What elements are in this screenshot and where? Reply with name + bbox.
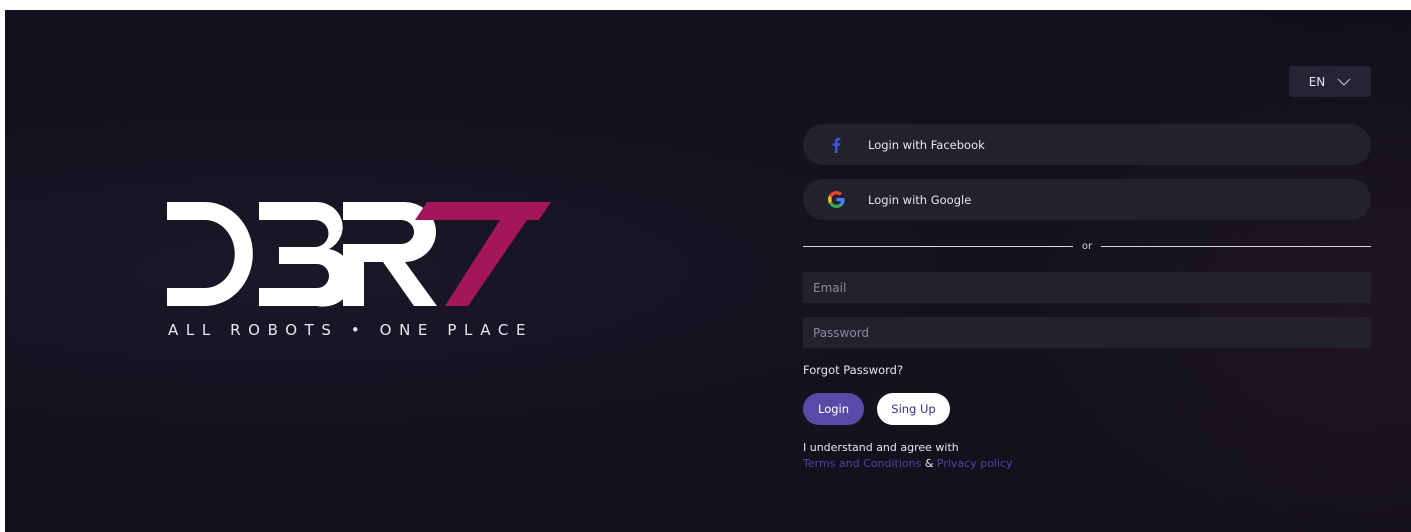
language-selected: EN — [1308, 74, 1326, 89]
email-input[interactable] — [803, 272, 1371, 303]
forgot-password-link[interactable]: Forgot Password? — [803, 363, 903, 377]
or-divider: or — [803, 238, 1372, 254]
divider-line-left — [803, 245, 1073, 247]
privacy-link[interactable]: Privacy policy — [937, 457, 1013, 470]
legal-prefix: I understand and agree with — [803, 441, 959, 454]
google-login-button[interactable]: Login with Google — [803, 179, 1371, 220]
facebook-icon — [827, 136, 845, 154]
signup-button[interactable]: Sing Up — [877, 393, 950, 425]
brand-tagline: ALL ROBOTS • ONE PLACE — [168, 321, 534, 339]
login-button[interactable]: Login — [803, 393, 864, 425]
logo-icon — [167, 202, 551, 307]
divider-text: or — [1081, 240, 1093, 252]
google-icon — [827, 191, 845, 209]
legal-agreement: I understand and agree with Terms and Co… — [803, 440, 1013, 472]
facebook-login-label: Login with Facebook — [868, 137, 985, 152]
language-selector[interactable]: EN — [1289, 66, 1371, 97]
divider-line-right — [1101, 245, 1372, 247]
facebook-login-button[interactable]: Login with Facebook — [803, 124, 1371, 165]
google-login-label: Login with Google — [868, 192, 972, 207]
login-page: ALL ROBOTS • ONE PLACE EN Login with Fac… — [5, 10, 1411, 532]
chevron-down-icon — [1337, 78, 1351, 86]
terms-link[interactable]: Terms and Conditions — [803, 457, 921, 470]
password-input[interactable] — [803, 317, 1371, 348]
brand-logo — [167, 202, 551, 314]
legal-ampersand: & — [924, 457, 934, 470]
